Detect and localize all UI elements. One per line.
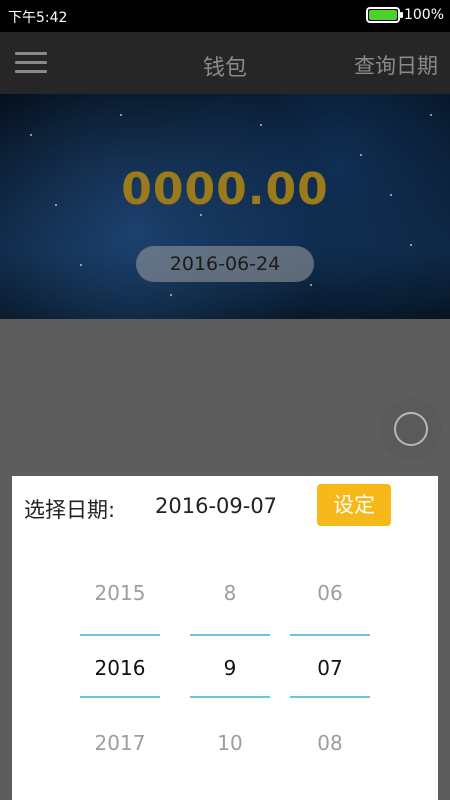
wheel-item[interactable]: 10 — [190, 728, 270, 758]
year-wheel[interactable]: 2015 2016 2017 — [80, 566, 160, 766]
current-date-pill[interactable]: 2016-06-24 — [136, 246, 314, 282]
divider — [290, 696, 370, 698]
battery-percent: 100% — [403, 7, 444, 23]
app-bar: 钱包 查询日期 — [0, 32, 450, 94]
query-date-button[interactable]: 查询日期 — [354, 50, 438, 80]
date-picker-dialog: 选择日期: 2016-09-07 设定 2015 2016 2017 8 9 1… — [12, 476, 438, 800]
status-time: 下午5:42 — [8, 10, 68, 26]
wheel-item-selected[interactable]: 2016 — [80, 653, 160, 683]
circle-icon — [394, 412, 428, 446]
wheel-item-selected[interactable]: 07 — [290, 653, 370, 683]
wheel-item[interactable]: 2015 — [80, 578, 160, 608]
day-wheel[interactable]: 06 07 08 — [290, 566, 370, 766]
wheel-item[interactable]: 2017 — [80, 728, 160, 758]
floating-assist-button[interactable] — [380, 398, 442, 460]
divider — [190, 634, 270, 636]
selected-date-value: 2016-09-07 — [155, 494, 278, 518]
set-button[interactable]: 设定 — [317, 484, 391, 526]
dialog-label: 选择日期: — [24, 498, 116, 522]
wheel-item-selected[interactable]: 9 — [190, 653, 270, 683]
status-right: 100% — [365, 7, 444, 23]
wallet-banner: 0000.00 2016-06-24 — [0, 94, 450, 319]
balance-amount: 0000.00 — [121, 164, 329, 215]
divider — [190, 696, 270, 698]
divider — [290, 634, 370, 636]
month-wheel[interactable]: 8 9 10 — [190, 566, 270, 766]
divider — [80, 696, 160, 698]
wheel-item[interactable]: 06 — [290, 578, 370, 608]
status-bar: 下午5:42 100% — [0, 0, 450, 32]
wheel-item[interactable]: 08 — [290, 728, 370, 758]
battery-icon — [365, 7, 403, 23]
divider — [80, 634, 160, 636]
wheel-item[interactable]: 8 — [190, 578, 270, 608]
